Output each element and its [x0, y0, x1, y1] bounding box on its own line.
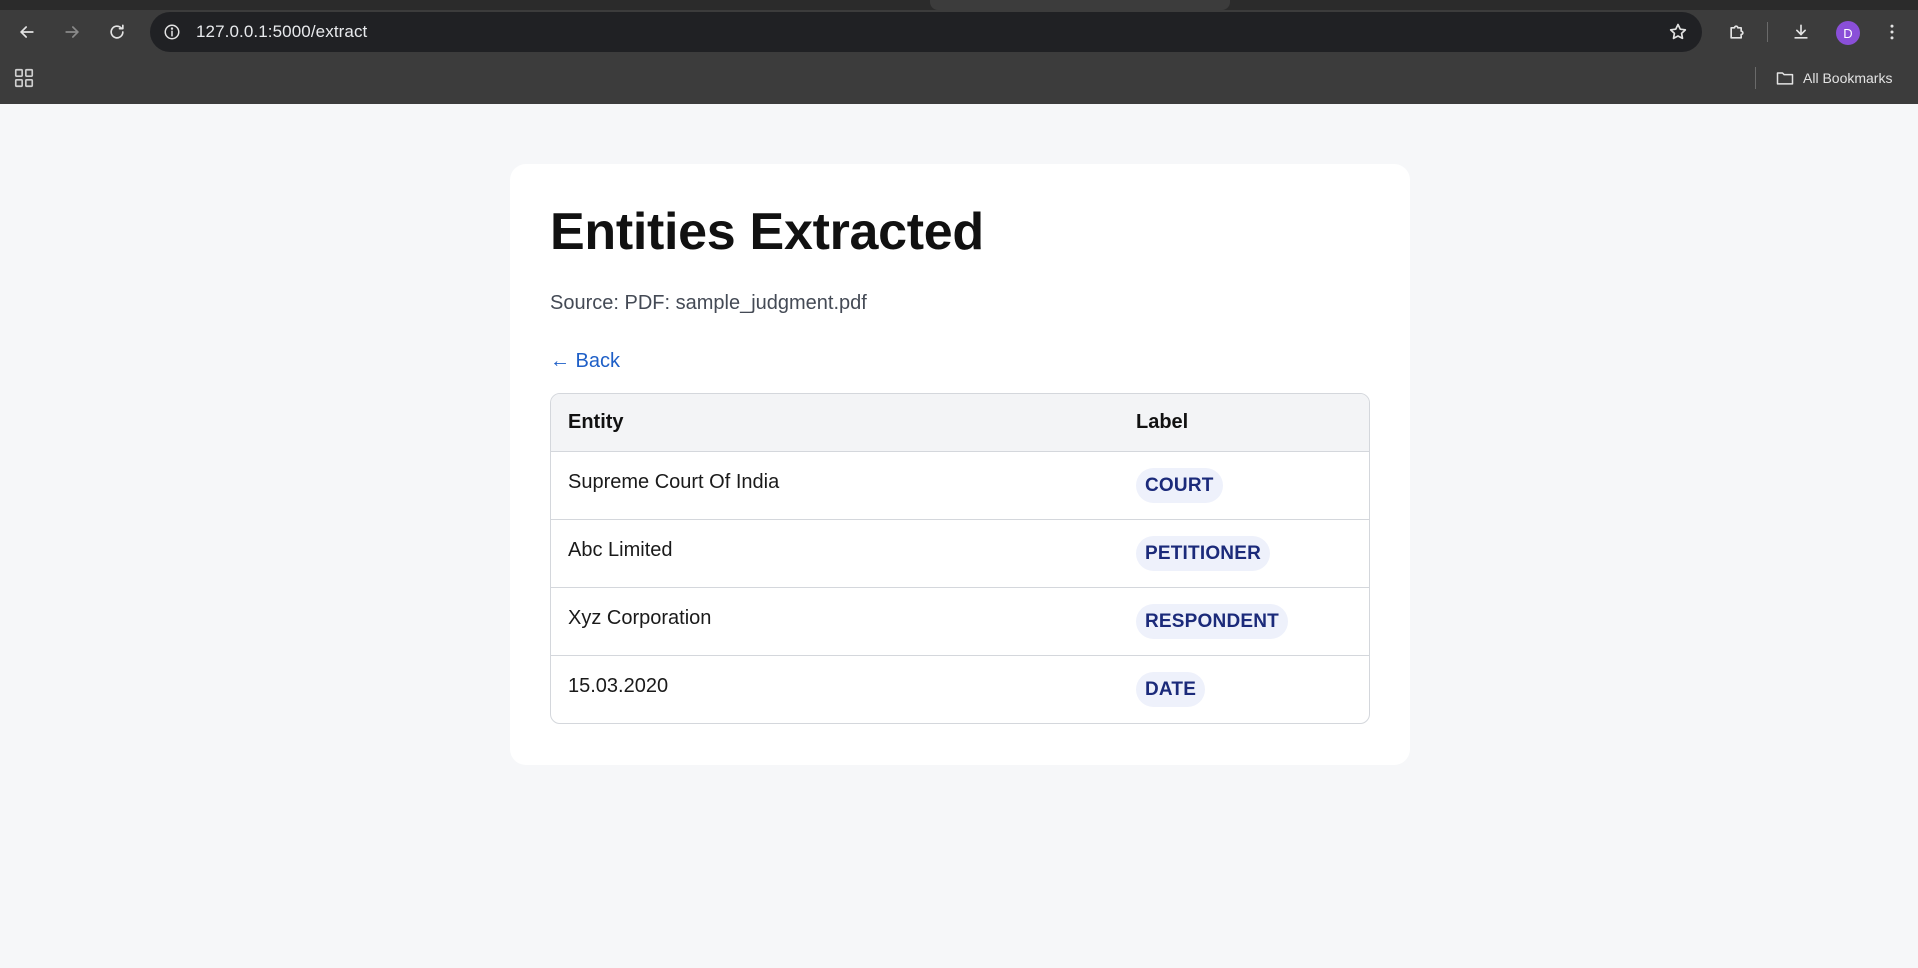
- arrow-left-icon: [20, 26, 34, 38]
- active-tab[interactable]: [930, 0, 1230, 10]
- profile-avatar[interactable]: D: [1836, 21, 1860, 45]
- label-badge: PETITIONER: [1136, 535, 1271, 571]
- table-row: 15.03.2020 DATE: [551, 655, 1369, 723]
- more-vert-icon: [1890, 24, 1894, 40]
- entity-cell: Xyz Corporation: [551, 587, 1119, 656]
- table-row: Supreme Court Of India COURT: [551, 451, 1369, 520]
- label-badge: RESPONDENT: [1136, 603, 1288, 639]
- label-badge: DATE: [1136, 671, 1206, 707]
- reload-button[interactable]: [100, 15, 134, 49]
- address-bar[interactable]: 127.0.0.1:5000/extract: [150, 12, 1702, 52]
- table-header-row: Entity Label: [551, 394, 1369, 452]
- table-row: Abc Limited PETITIONER: [551, 519, 1369, 588]
- label-cell: PETITIONER: [1119, 519, 1369, 588]
- bookmarks-divider: [1755, 67, 1756, 89]
- label-cell: DATE: [1119, 655, 1369, 723]
- url-text[interactable]: 127.0.0.1:5000/extract: [196, 22, 367, 42]
- extensions-button[interactable]: [1720, 15, 1754, 49]
- column-header-label: Label: [1119, 394, 1369, 452]
- back-link[interactable]: ← Back: [550, 350, 620, 373]
- reload-icon: [110, 24, 124, 39]
- all-bookmarks-label: All Bookmarks: [1803, 70, 1893, 86]
- puzzle-icon: [1730, 25, 1744, 39]
- entities-table: Entity Label Supreme Court Of India COUR…: [550, 393, 1370, 724]
- entity-cell: 15.03.2020: [568, 674, 669, 697]
- downloads-button[interactable]: [1784, 15, 1818, 49]
- browser-chrome: 127.0.0.1:5000/extract D All Bookmarks: [0, 0, 1918, 104]
- table-row: Xyz Corporation RESPONDENT: [551, 587, 1369, 656]
- label-badge: COURT: [1136, 467, 1223, 503]
- back-button[interactable]: [10, 15, 44, 49]
- toolbar-divider: [1767, 22, 1768, 42]
- entity-cell: Abc Limited: [551, 519, 1119, 588]
- download-icon: [1794, 24, 1808, 39]
- bookmarks-bar: All Bookmarks: [0, 58, 1918, 98]
- page-content: Entities Extracted Source: PDF: sample_j…: [0, 104, 1918, 968]
- column-header-entity: Entity: [551, 394, 1119, 452]
- label-cell: COURT: [1119, 451, 1369, 520]
- results-card: Entities Extracted Source: PDF: sample_j…: [510, 164, 1410, 765]
- info-icon: [164, 24, 180, 40]
- forward-button[interactable]: [55, 15, 89, 49]
- source-text: Source: PDF: sample_judgment.pdf: [550, 292, 867, 314]
- apps-grid-icon[interactable]: [13, 67, 35, 89]
- bookmark-star-button[interactable]: [1666, 20, 1690, 44]
- label-cell: RESPONDENT: [1119, 587, 1369, 656]
- folder-icon: [1776, 72, 1794, 85]
- arrow-right-icon: [65, 26, 79, 38]
- site-info-button[interactable]: [160, 20, 184, 44]
- all-bookmarks-button[interactable]: All Bookmarks: [1775, 66, 1892, 90]
- tab-strip: [0, 0, 1918, 10]
- browser-menu-button[interactable]: [1875, 15, 1909, 49]
- browser-toolbar: 127.0.0.1:5000/extract D: [0, 10, 1918, 54]
- page-title: Entities Extracted: [550, 203, 984, 261]
- entity-cell: Supreme Court Of India: [551, 451, 1119, 520]
- star-icon: [1669, 23, 1687, 40]
